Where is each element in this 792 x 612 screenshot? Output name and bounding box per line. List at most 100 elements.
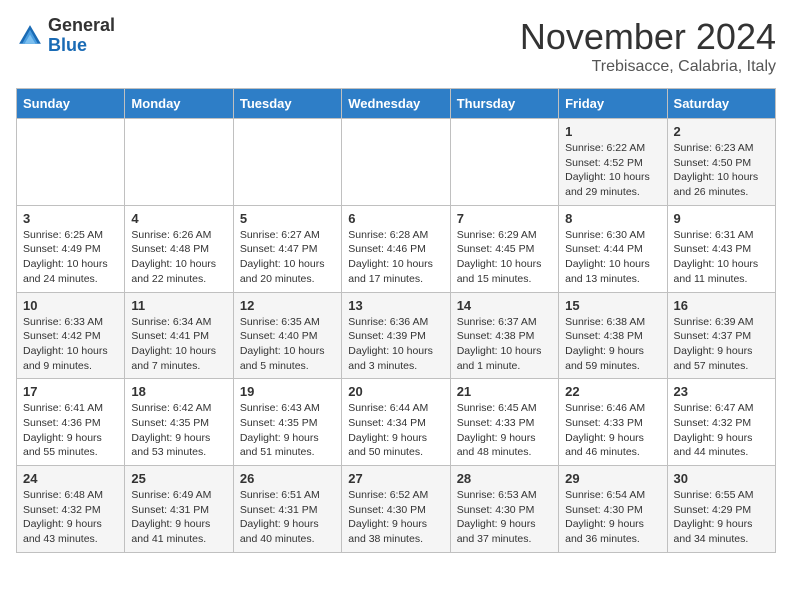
day-number: 25 [131, 471, 226, 486]
day-info: Sunrise: 6:38 AM Sunset: 4:38 PM Dayligh… [565, 315, 660, 374]
calendar-cell [125, 119, 233, 206]
day-info: Sunrise: 6:30 AM Sunset: 4:44 PM Dayligh… [565, 228, 660, 287]
day-info: Sunrise: 6:31 AM Sunset: 4:43 PM Dayligh… [674, 228, 769, 287]
day-info: Sunrise: 6:27 AM Sunset: 4:47 PM Dayligh… [240, 228, 335, 287]
calendar-cell: 21 Sunrise: 6:45 AM Sunset: 4:33 PM Dayli… [450, 379, 558, 466]
day-header: Monday [125, 89, 233, 119]
calendar-week-row: 10 Sunrise: 6:33 AM Sunset: 4:42 PM Dayli… [17, 292, 776, 379]
day-number: 5 [240, 211, 335, 226]
day-info: Sunrise: 6:47 AM Sunset: 4:32 PM Dayligh… [674, 401, 769, 460]
day-info: Sunrise: 6:42 AM Sunset: 4:35 PM Dayligh… [131, 401, 226, 460]
day-info: Sunrise: 6:52 AM Sunset: 4:30 PM Dayligh… [348, 488, 443, 547]
day-number: 6 [348, 211, 443, 226]
day-header: Wednesday [342, 89, 450, 119]
day-number: 11 [131, 298, 226, 313]
day-number: 7 [457, 211, 552, 226]
day-info: Sunrise: 6:37 AM Sunset: 4:38 PM Dayligh… [457, 315, 552, 374]
calendar-cell: 7 Sunrise: 6:29 AM Sunset: 4:45 PM Daylig… [450, 205, 558, 292]
calendar-cell: 29 Sunrise: 6:54 AM Sunset: 4:30 PM Dayli… [559, 466, 667, 553]
day-info: Sunrise: 6:48 AM Sunset: 4:32 PM Dayligh… [23, 488, 118, 547]
calendar-cell: 19Sunrise: 6:43 AM Sunset: 4:35 PM Dayli… [233, 379, 341, 466]
day-number: 3 [23, 211, 118, 226]
calendar-cell: 30Sunrise: 6:55 AM Sunset: 4:29 PM Dayli… [667, 466, 775, 553]
day-info: Sunrise: 6:22 AM Sunset: 4:52 PM Dayligh… [565, 141, 660, 200]
day-info: Sunrise: 6:33 AM Sunset: 4:42 PM Dayligh… [23, 315, 118, 374]
day-number: 27 [348, 471, 443, 486]
calendar-cell [17, 119, 125, 206]
logo-text: General Blue [48, 16, 115, 56]
day-number: 8 [565, 211, 660, 226]
day-number: 15 [565, 298, 660, 313]
calendar-table: SundayMondayTuesdayWednesdayThursdayFrid… [16, 88, 776, 553]
calendar-cell: 10 Sunrise: 6:33 AM Sunset: 4:42 PM Dayli… [17, 292, 125, 379]
day-number: 26 [240, 471, 335, 486]
calendar-cell: 9 Sunrise: 6:31 AM Sunset: 4:43 PM Daylig… [667, 205, 775, 292]
calendar-cell: 27 Sunrise: 6:52 AM Sunset: 4:30 PM Dayli… [342, 466, 450, 553]
calendar-cell: 8 Sunrise: 6:30 AM Sunset: 4:44 PM Daylig… [559, 205, 667, 292]
calendar-cell: 12Sunrise: 6:35 AM Sunset: 4:40 PM Dayli… [233, 292, 341, 379]
calendar-cell: 20 Sunrise: 6:44 AM Sunset: 4:34 PM Dayli… [342, 379, 450, 466]
day-number: 17 [23, 384, 118, 399]
calendar-week-row: 1 Sunrise: 6:22 AM Sunset: 4:52 PM Daylig… [17, 119, 776, 206]
calendar-cell [233, 119, 341, 206]
calendar-cell: 28 Sunrise: 6:53 AM Sunset: 4:30 PM Dayli… [450, 466, 558, 553]
day-info: Sunrise: 6:28 AM Sunset: 4:46 PM Dayligh… [348, 228, 443, 287]
calendar-cell: 23Sunrise: 6:47 AM Sunset: 4:32 PM Dayli… [667, 379, 775, 466]
day-info: Sunrise: 6:55 AM Sunset: 4:29 PM Dayligh… [674, 488, 769, 547]
month-title: November 2024 [520, 16, 776, 58]
calendar-header: SundayMondayTuesdayWednesdayThursdayFrid… [17, 89, 776, 119]
calendar-cell: 24Sunrise: 6:48 AM Sunset: 4:32 PM Dayli… [17, 466, 125, 553]
day-header: Tuesday [233, 89, 341, 119]
day-info: Sunrise: 6:41 AM Sunset: 4:36 PM Dayligh… [23, 401, 118, 460]
day-info: Sunrise: 6:39 AM Sunset: 4:37 PM Dayligh… [674, 315, 769, 374]
calendar-week-row: 3 Sunrise: 6:25 AM Sunset: 4:49 PM Daylig… [17, 205, 776, 292]
calendar-week-row: 24Sunrise: 6:48 AM Sunset: 4:32 PM Dayli… [17, 466, 776, 553]
day-number: 19 [240, 384, 335, 399]
day-info: Sunrise: 6:54 AM Sunset: 4:30 PM Dayligh… [565, 488, 660, 547]
day-info: Sunrise: 6:29 AM Sunset: 4:45 PM Dayligh… [457, 228, 552, 287]
calendar-cell: 11Sunrise: 6:34 AM Sunset: 4:41 PM Dayli… [125, 292, 233, 379]
day-info: Sunrise: 6:26 AM Sunset: 4:48 PM Dayligh… [131, 228, 226, 287]
day-number: 10 [23, 298, 118, 313]
day-number: 12 [240, 298, 335, 313]
calendar-cell: 5 Sunrise: 6:27 AM Sunset: 4:47 PM Daylig… [233, 205, 341, 292]
day-number: 21 [457, 384, 552, 399]
calendar-cell: 17 Sunrise: 6:41 AM Sunset: 4:36 PM Dayli… [17, 379, 125, 466]
day-info: Sunrise: 6:46 AM Sunset: 4:33 PM Dayligh… [565, 401, 660, 460]
calendar-cell [342, 119, 450, 206]
calendar-cell: 2Sunrise: 6:23 AM Sunset: 4:50 PM Daylig… [667, 119, 775, 206]
day-number: 29 [565, 471, 660, 486]
calendar-cell: 6 Sunrise: 6:28 AM Sunset: 4:46 PM Daylig… [342, 205, 450, 292]
day-info: Sunrise: 6:25 AM Sunset: 4:49 PM Dayligh… [23, 228, 118, 287]
logo-icon [16, 22, 44, 50]
calendar-cell: 4Sunrise: 6:26 AM Sunset: 4:48 PM Daylig… [125, 205, 233, 292]
day-header: Sunday [17, 89, 125, 119]
calendar-week-row: 17 Sunrise: 6:41 AM Sunset: 4:36 PM Dayli… [17, 379, 776, 466]
location: Trebisacce, Calabria, Italy [520, 58, 776, 76]
day-info: Sunrise: 6:44 AM Sunset: 4:34 PM Dayligh… [348, 401, 443, 460]
calendar-cell: 15 Sunrise: 6:38 AM Sunset: 4:38 PM Dayli… [559, 292, 667, 379]
calendar-body: 1 Sunrise: 6:22 AM Sunset: 4:52 PM Daylig… [17, 119, 776, 553]
calendar-cell: 18 Sunrise: 6:42 AM Sunset: 4:35 PM Dayli… [125, 379, 233, 466]
day-number: 2 [674, 124, 769, 139]
day-number: 9 [674, 211, 769, 226]
day-number: 20 [348, 384, 443, 399]
day-number: 22 [565, 384, 660, 399]
calendar-cell: 3 Sunrise: 6:25 AM Sunset: 4:49 PM Daylig… [17, 205, 125, 292]
day-info: Sunrise: 6:45 AM Sunset: 4:33 PM Dayligh… [457, 401, 552, 460]
calendar-cell: 14 Sunrise: 6:37 AM Sunset: 4:38 PM Dayli… [450, 292, 558, 379]
calendar-cell: 26 Sunrise: 6:51 AM Sunset: 4:31 PM Dayli… [233, 466, 341, 553]
day-header: Saturday [667, 89, 775, 119]
day-number: 13 [348, 298, 443, 313]
day-number: 14 [457, 298, 552, 313]
day-number: 18 [131, 384, 226, 399]
calendar-cell: 16Sunrise: 6:39 AM Sunset: 4:37 PM Dayli… [667, 292, 775, 379]
day-number: 28 [457, 471, 552, 486]
day-info: Sunrise: 6:53 AM Sunset: 4:30 PM Dayligh… [457, 488, 552, 547]
header-row: SundayMondayTuesdayWednesdayThursdayFrid… [17, 89, 776, 119]
day-info: Sunrise: 6:51 AM Sunset: 4:31 PM Dayligh… [240, 488, 335, 547]
day-header: Thursday [450, 89, 558, 119]
page-header: General Blue November 2024 Trebisacce, C… [16, 16, 776, 76]
logo: General Blue [16, 16, 115, 56]
day-number: 1 [565, 124, 660, 139]
